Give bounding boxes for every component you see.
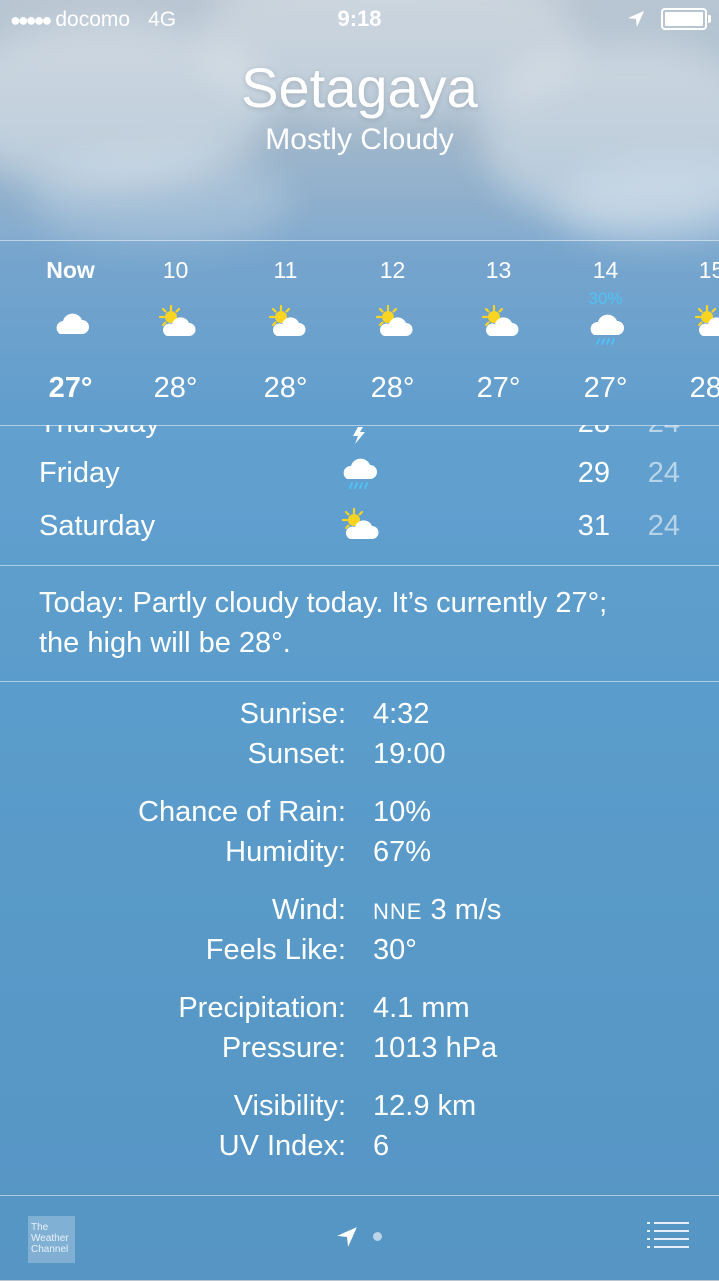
detail-visibility: Visibility: 12.9 km bbox=[0, 1090, 719, 1130]
detail-value: 19:00 bbox=[373, 738, 446, 770]
day-row-saturday: Saturday 31 24 bbox=[0, 502, 719, 552]
hour-label: 12 bbox=[379, 257, 406, 283]
detail-humidity: Humidity: 67% bbox=[0, 836, 719, 876]
detail-value: 4:32 bbox=[373, 698, 430, 730]
detail-label: Humidity: bbox=[225, 836, 346, 868]
location-arrow-icon[interactable] bbox=[336, 1226, 358, 1248]
wind-speed: 3 m/s bbox=[430, 894, 502, 926]
partly-sunny-icon bbox=[268, 304, 306, 336]
day-name: Thursday bbox=[39, 425, 160, 440]
thunderstorm-icon bbox=[353, 427, 365, 444]
battery-full-icon bbox=[661, 8, 711, 30]
today-summary: Today: Partly cloudy today. It’s current… bbox=[39, 583, 689, 663]
partly-sunny-icon bbox=[375, 304, 413, 336]
day-low: 24 bbox=[630, 425, 680, 440]
detail-sunrise: Sunrise: 4:32 bbox=[0, 698, 719, 738]
hour-temp: 27° bbox=[583, 372, 628, 404]
list-icon[interactable] bbox=[647, 1221, 689, 1249]
detail-feels-like: Feels Like: 30° bbox=[0, 934, 719, 974]
partly-sunny-icon bbox=[341, 507, 379, 539]
detail-wind: Wind: NNE 3 m/s bbox=[0, 894, 719, 934]
day-low: 24 bbox=[647, 457, 680, 489]
detail-value: 12.9 km bbox=[373, 1090, 477, 1122]
partly-sunny-icon bbox=[694, 304, 719, 336]
day-high: 31 bbox=[577, 510, 610, 542]
hour-temp: 27° bbox=[48, 372, 93, 404]
day-name: Friday bbox=[39, 457, 120, 489]
logo-text: Channel bbox=[31, 1244, 69, 1255]
hour-temp: 27° bbox=[476, 372, 521, 404]
hour-label: Now bbox=[46, 257, 95, 283]
detail-uv-index: UV Index: 6 bbox=[0, 1130, 719, 1170]
page-indicator-dot[interactable] bbox=[373, 1232, 382, 1241]
detail-chance-of-rain: Chance of Rain: 10% bbox=[0, 796, 719, 836]
logo-text: The bbox=[31, 1222, 49, 1233]
detail-pressure: Pressure: 1013 hPa bbox=[0, 1032, 719, 1072]
detail-precipitation: Precipitation: 4.1 mm bbox=[0, 992, 719, 1032]
detail-label: Sunrise: bbox=[239, 698, 346, 730]
detail-value: 1013 hPa bbox=[373, 1032, 498, 1064]
day-row-thursday: Thursday 28 24 bbox=[0, 425, 719, 449]
status-time: 9:18 bbox=[337, 6, 382, 31]
logo-text: Weather bbox=[31, 1233, 69, 1244]
precipitation-chance: 30% bbox=[588, 289, 623, 308]
detail-label: Feels Like: bbox=[205, 934, 346, 966]
wind-direction: NNE bbox=[373, 899, 423, 924]
hour-temp: 28° bbox=[370, 372, 415, 404]
detail-value: 4.1 mm bbox=[373, 992, 470, 1024]
bottom-toolbar: The Weather Channel bbox=[0, 1195, 719, 1281]
partly-sunny-icon bbox=[158, 304, 196, 336]
detail-sunset: Sunset: 19:00 bbox=[0, 738, 719, 778]
hourly-forecast[interactable]: Now 27° 10 28° 11 28° 12 28° 13 27° 14 3… bbox=[0, 240, 719, 426]
day-name: Saturday bbox=[39, 510, 156, 542]
hour-label: 14 bbox=[592, 257, 619, 283]
detail-value: NNE 3 m/s bbox=[373, 894, 501, 927]
hour-temp: 28° bbox=[689, 372, 719, 404]
daily-forecast[interactable]: Thursday 28 24 Friday 29 24 Saturday 31 … bbox=[0, 425, 719, 566]
summary-line: Today: Partly cloudy today. It’s current… bbox=[39, 587, 608, 619]
location-arrow-icon bbox=[627, 10, 645, 28]
hour-label: 13 bbox=[485, 257, 512, 283]
status-bar: ●●●●● docomo 4G 9:18 bbox=[0, 0, 719, 40]
city-name: Setagaya bbox=[241, 56, 478, 119]
hour-temp: 28° bbox=[263, 372, 308, 404]
divider bbox=[0, 681, 719, 682]
day-high: 29 bbox=[577, 457, 610, 489]
hour-label: 15 bbox=[698, 257, 719, 283]
day-row-friday: Friday 29 24 bbox=[0, 449, 719, 499]
detail-label: Visibility: bbox=[233, 1090, 346, 1122]
day-low: 24 bbox=[647, 510, 680, 542]
detail-label: Sunset: bbox=[247, 738, 346, 770]
detail-label: Chance of Rain: bbox=[138, 796, 346, 828]
rain-cloud-icon bbox=[590, 314, 624, 345]
partly-sunny-icon bbox=[481, 304, 519, 336]
summary-line: the high will be 28°. bbox=[39, 627, 291, 659]
current-condition: Mostly Cloudy bbox=[265, 123, 454, 156]
detail-value: 30° bbox=[373, 934, 417, 966]
detail-label: Precipitation: bbox=[178, 992, 346, 1024]
hour-label: 11 bbox=[273, 257, 298, 283]
rain-cloud-icon bbox=[343, 458, 377, 489]
day-high: 28 bbox=[560, 425, 610, 440]
detail-label: Pressure: bbox=[221, 1032, 346, 1064]
detail-label: Wind: bbox=[271, 894, 346, 926]
weather-channel-logo[interactable]: The Weather Channel bbox=[28, 1216, 75, 1263]
detail-value: 10% bbox=[373, 796, 432, 828]
detail-label: UV Index: bbox=[218, 1130, 346, 1162]
hour-label: 10 bbox=[162, 257, 189, 283]
detail-value: 67% bbox=[373, 836, 432, 868]
detail-value: 6 bbox=[373, 1130, 390, 1162]
hour-temp: 28° bbox=[153, 372, 198, 404]
cloud-icon bbox=[56, 313, 89, 334]
